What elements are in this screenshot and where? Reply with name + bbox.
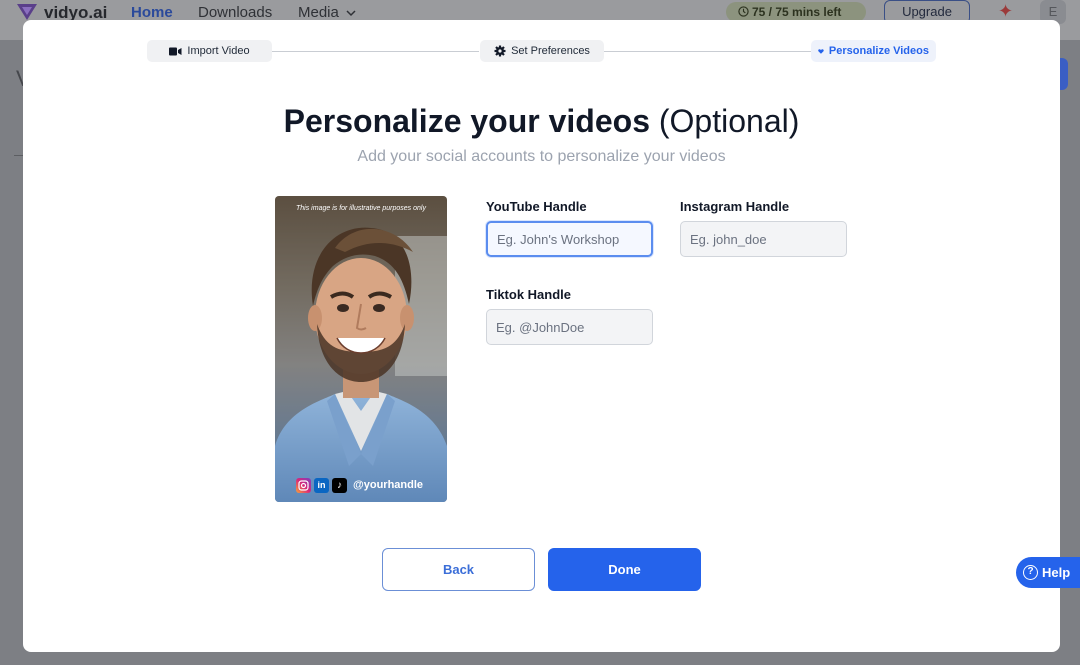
preview-handle: @yourhandle xyxy=(353,479,424,491)
back-button[interactable]: Back xyxy=(382,548,535,591)
instagram-icon xyxy=(296,477,311,493)
step-personalize-videos[interactable]: Personalize Videos xyxy=(811,40,936,62)
preview-image: This image is for illustrative purposes … xyxy=(275,196,447,502)
man-portrait-illustration xyxy=(275,196,447,502)
personalize-modal: Import Video Set Preferences Personalize… xyxy=(23,20,1060,652)
background-action-button xyxy=(1060,58,1068,90)
chevron-down-icon xyxy=(346,10,356,17)
title-optional: (Optional) xyxy=(658,103,800,139)
help-label: Help xyxy=(1042,565,1071,580)
instagram-handle-label: Instagram Handle xyxy=(680,199,790,214)
heart-icon xyxy=(818,48,824,54)
minutes-remaining-text: 75 / 75 mins left xyxy=(752,5,842,19)
page-title: Personalize your videos (Optional) xyxy=(23,102,1060,140)
question-mark-icon: ? xyxy=(1023,565,1038,580)
nav-media-label: Media xyxy=(298,4,339,21)
vidyo-logo-icon xyxy=(17,4,37,20)
sparkle-icon[interactable]: ✦ xyxy=(998,1,1013,22)
step-label: Personalize Videos xyxy=(828,45,929,57)
video-camera-icon xyxy=(169,47,182,55)
nav-home[interactable]: Home xyxy=(131,4,173,21)
step-label: Import Video xyxy=(187,45,250,57)
stepper-connector xyxy=(604,51,811,52)
page-subtitle: Add your social accounts to personalize … xyxy=(357,148,726,165)
stepper-connector xyxy=(272,51,479,52)
help-button[interactable]: ? Help xyxy=(1016,557,1080,588)
nav-downloads[interactable]: Downloads xyxy=(198,4,272,21)
nav-media[interactable]: Media xyxy=(298,4,356,21)
step-label: Set Preferences xyxy=(511,45,590,57)
step-import-video[interactable]: Import Video xyxy=(147,40,272,62)
clock-icon xyxy=(738,6,749,17)
youtube-handle-label: YouTube Handle xyxy=(486,199,587,214)
done-button[interactable]: Done xyxy=(548,548,701,591)
instagram-handle-input[interactable] xyxy=(680,221,847,257)
step-set-preferences[interactable]: Set Preferences xyxy=(480,40,604,62)
tiktok-handle-input[interactable] xyxy=(486,309,653,345)
linkedin-icon: in xyxy=(314,477,329,493)
social-handle-overlay: in ♪ @yourhandle xyxy=(296,477,423,493)
minutes-remaining-badge: 75 / 75 mins left xyxy=(726,2,866,22)
tiktok-handle-label: Tiktok Handle xyxy=(486,287,572,302)
gear-icon xyxy=(494,45,506,57)
youtube-handle-input[interactable] xyxy=(486,221,653,257)
tiktok-icon: ♪ xyxy=(332,477,347,493)
preview-caption: This image is for illustrative purposes … xyxy=(296,205,426,212)
title-main: Personalize your videos xyxy=(283,103,650,139)
